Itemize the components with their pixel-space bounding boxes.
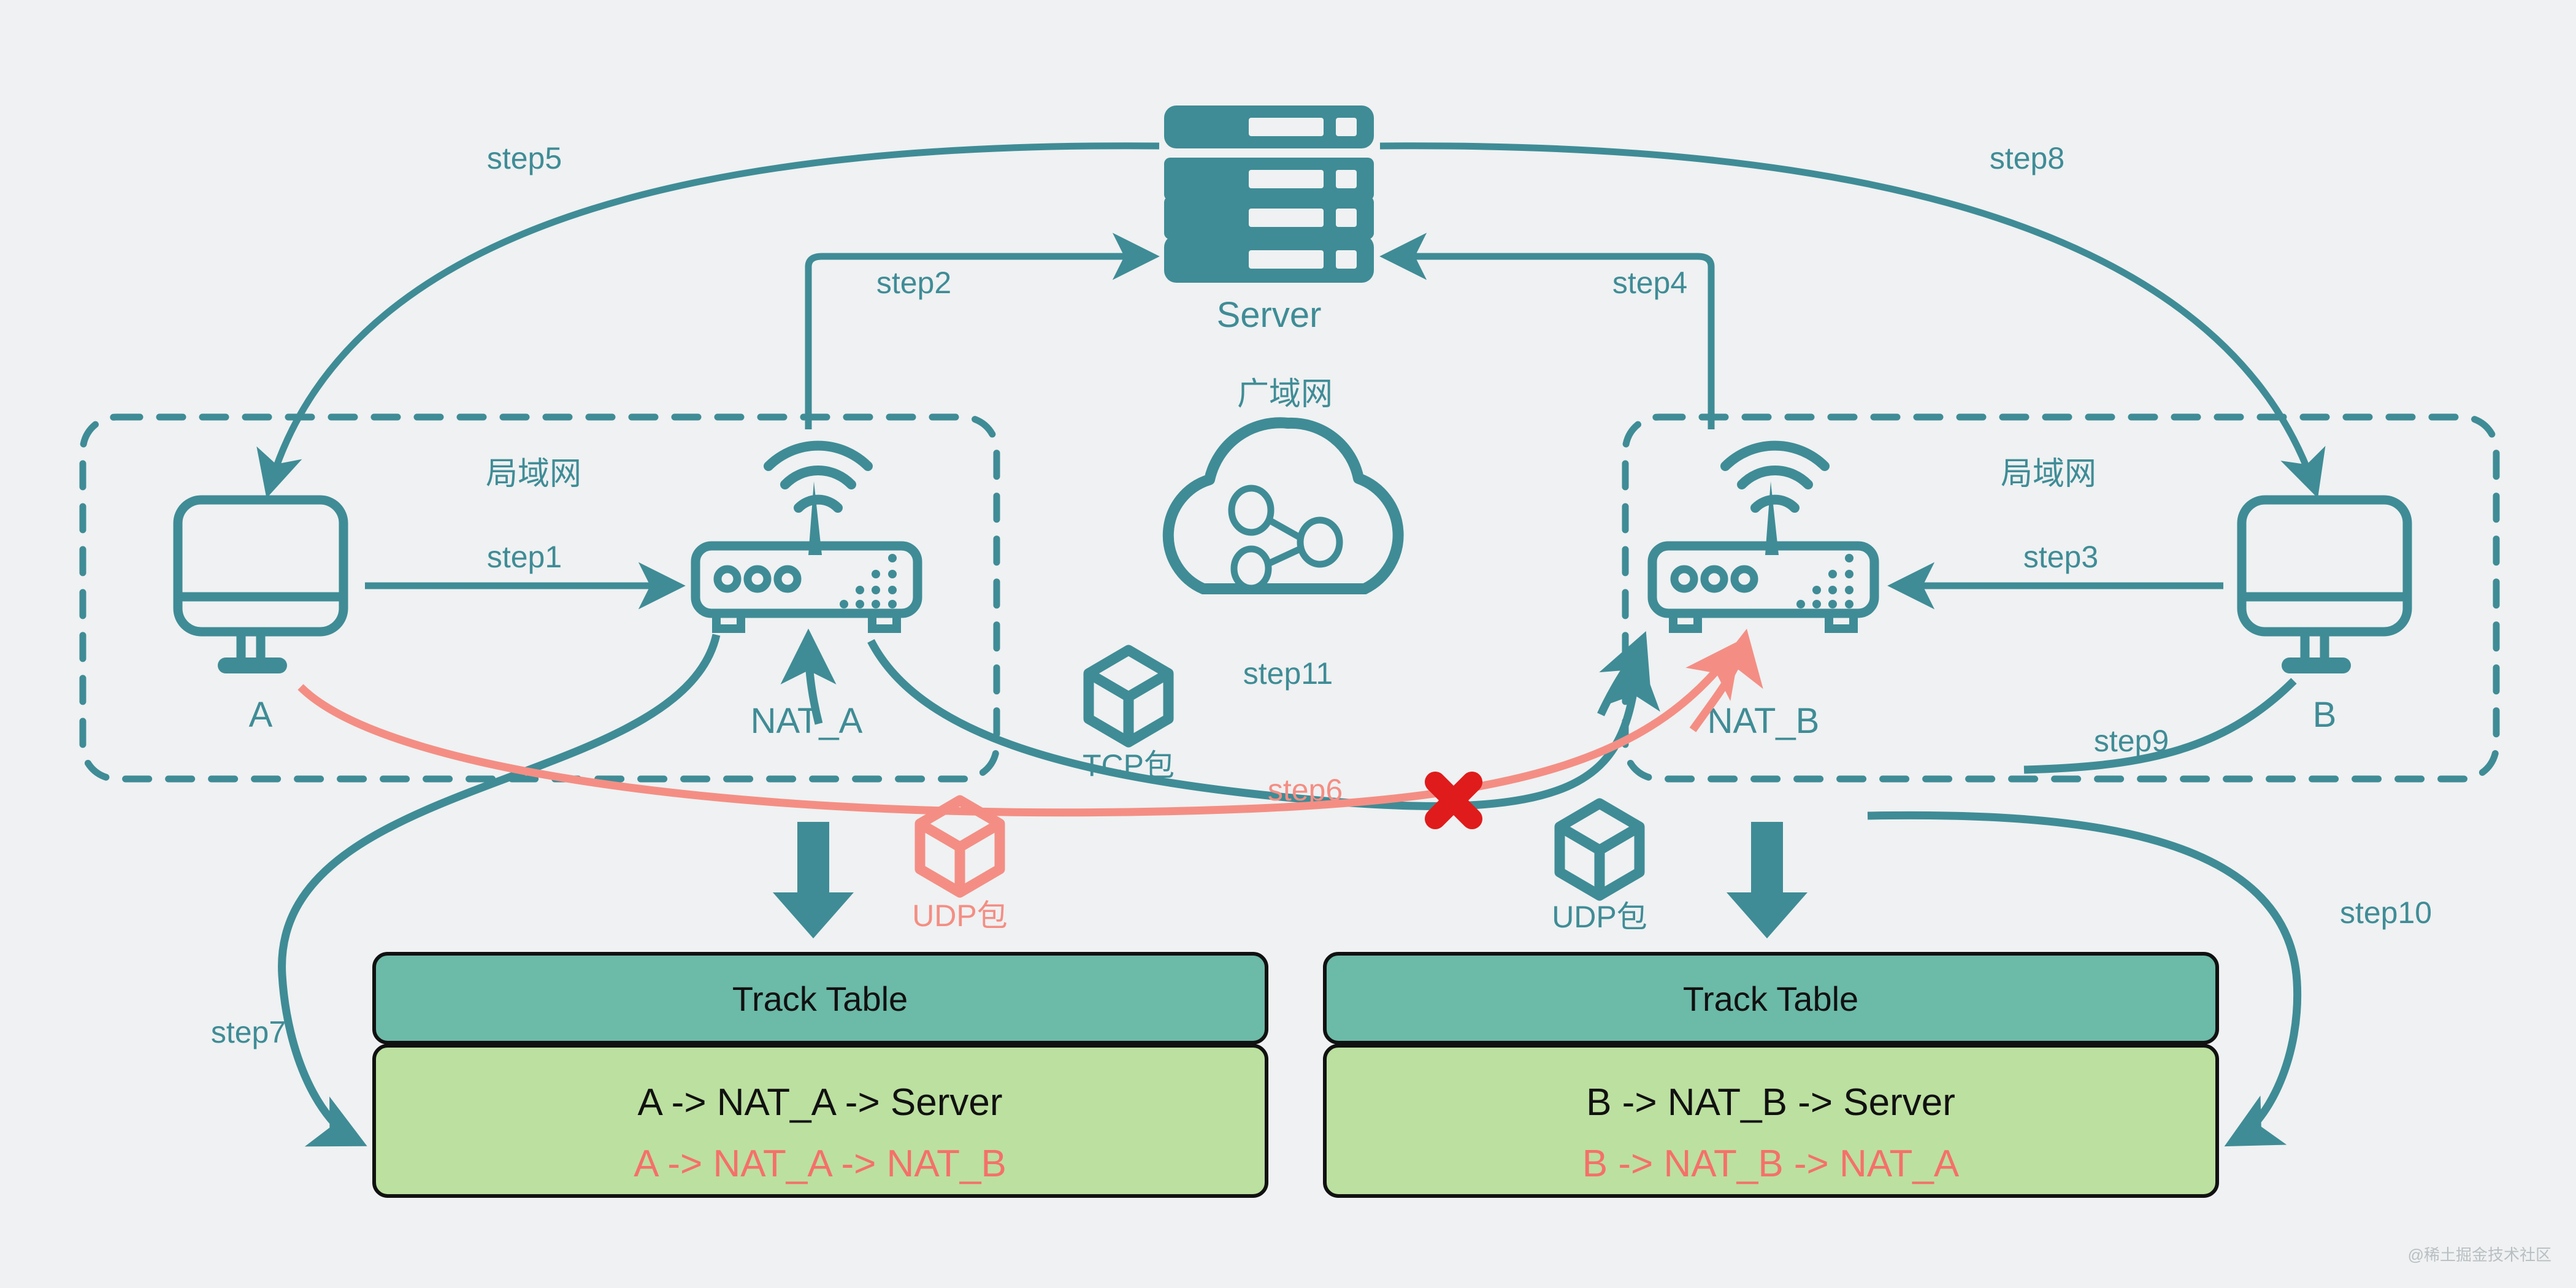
step6-label: step6: [1268, 773, 1343, 807]
udp-packet-right-label: UDP包: [1552, 900, 1647, 934]
nat-a-label: NAT_A: [751, 701, 863, 741]
track-table-right[interactable]: Track Table B -> NAT_B -> Server B -> NA…: [1323, 952, 2219, 1198]
step10-label: step10: [2340, 895, 2432, 930]
step11-label: step11: [1243, 656, 1333, 691]
nat-b-label: NAT_B: [1708, 701, 1820, 741]
step3-label: step3: [2023, 540, 2098, 574]
lan-left-label: 局域网: [486, 456, 581, 492]
server-icon: [1164, 105, 1374, 283]
step7-label: step7: [211, 1015, 286, 1049]
step4-label: step4: [1612, 266, 1687, 300]
watermark: @稀土掘金技术社区: [2408, 1246, 2551, 1264]
step5-label: step5: [487, 141, 562, 175]
server-label: Server: [1217, 295, 1322, 335]
client-a-label: A: [249, 695, 273, 735]
udp-packet-left-label: UDP包: [912, 899, 1008, 933]
step2-label: step2: [876, 266, 951, 300]
client-b-label: B: [2313, 695, 2337, 735]
nat-traversal-diagram: Server A B NAT_A NAT_B 广域网 step1 step3 s…: [0, 0, 2576, 1288]
track-table-left-row-2: A -> NAT_A -> NAT_B: [634, 1143, 1006, 1185]
lan-right-label: 局域网: [2001, 456, 2096, 492]
tcp-packet-label: TCP包: [1083, 748, 1175, 783]
step9-label: step9: [2094, 724, 2169, 758]
blocked-x-icon: [1425, 772, 1482, 829]
diagram-canvas: Server A B NAT_A NAT_B 广域网 step1 step3 s…: [0, 0, 2576, 1288]
wan-label: 广域网: [1237, 377, 1333, 412]
track-table-left-header: Track Table: [732, 979, 908, 1018]
step8-label: step8: [1990, 141, 2064, 175]
track-table-left-row-1: A -> NAT_A -> Server: [638, 1081, 1003, 1124]
track-table-left[interactable]: Track Table A -> NAT_A -> Server A -> NA…: [372, 952, 1268, 1198]
track-table-right-row-2: B -> NAT_B -> NAT_A: [1582, 1143, 1960, 1185]
track-table-right-row-1: B -> NAT_B -> Server: [1586, 1081, 1955, 1124]
track-table-right-header: Track Table: [1683, 979, 1858, 1018]
step1-label: step1: [487, 540, 562, 574]
